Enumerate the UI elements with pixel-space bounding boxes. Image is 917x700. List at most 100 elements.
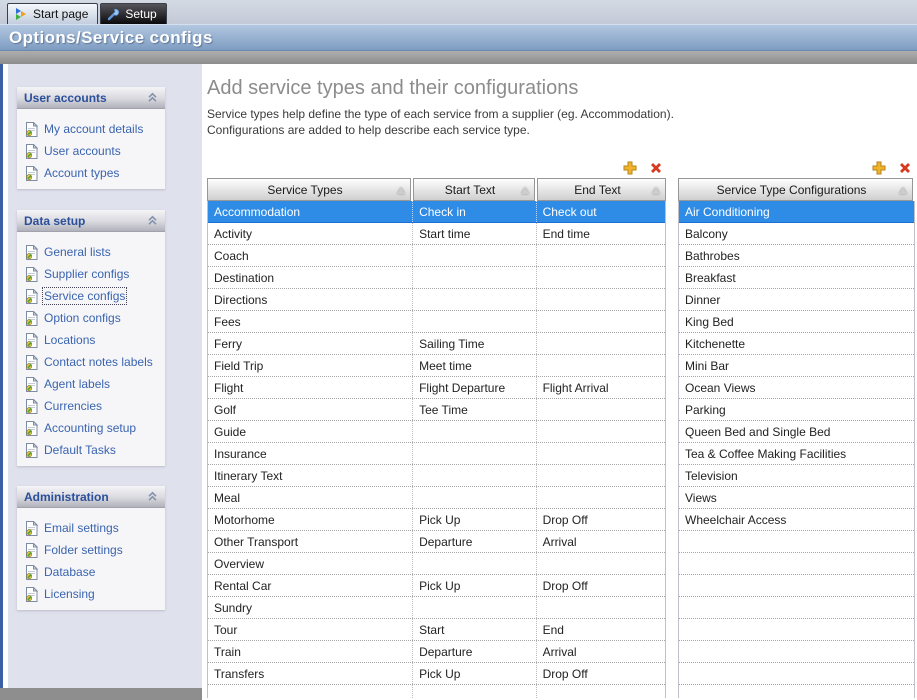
column-header-label: Start Text [445, 183, 503, 197]
configurations-toolbar [678, 158, 915, 178]
delete-configuration-button[interactable] [897, 161, 912, 176]
table-row[interactable]: Mini Bar [679, 355, 914, 377]
sidebar-item-label: My account details [44, 122, 143, 136]
sidebar-item-user-accounts[interactable]: User accounts [17, 140, 165, 162]
table-row[interactable]: Television [679, 465, 914, 487]
document-icon [25, 245, 38, 260]
table-row[interactable]: TrainDepartureArrival [208, 641, 665, 663]
table-row-empty[interactable] [679, 619, 914, 641]
sidebar-item-option-configs[interactable]: Option configs [17, 307, 165, 329]
tab-setup[interactable]: Setup [100, 3, 166, 24]
sidebar-item-agent-labels[interactable]: Agent labels [17, 373, 165, 395]
table-row[interactable]: Insurance [208, 443, 665, 465]
table-cell: Flight Departure [413, 377, 536, 398]
table-row[interactable]: Guide [208, 421, 665, 443]
sidebar-item-supplier-configs[interactable]: Supplier configs [17, 263, 165, 285]
table-row[interactable]: Parking [679, 399, 914, 421]
section-items: General lists Supplier configs Service c… [17, 232, 165, 466]
table-row-empty[interactable] [679, 531, 914, 553]
table-row[interactable]: Overview [208, 553, 665, 575]
section-header-user-accounts[interactable]: User accounts [17, 87, 165, 109]
sidebar-item-email-settings[interactable]: Email settings [17, 517, 165, 539]
table-row[interactable]: Meal [208, 487, 665, 509]
add-configuration-button[interactable] [871, 161, 886, 176]
column-header-service-type-configurations[interactable]: Service Type Configurations [678, 178, 913, 201]
table-row[interactable]: Fees [208, 311, 665, 333]
table-row[interactable]: GolfTee Time [208, 399, 665, 421]
column-header-start-text[interactable]: Start Text [413, 178, 535, 201]
sidebar-item-contact-notes-labels[interactable]: Contact notes labels [17, 351, 165, 373]
column-header-service-types[interactable]: Service Types [207, 178, 411, 201]
table-row[interactable]: Kitchenette [679, 333, 914, 355]
table-row[interactable]: TourStartEnd [208, 619, 665, 641]
table-cell: Fees [208, 311, 413, 332]
sidebar-item-general-lists[interactable]: General lists [17, 241, 165, 263]
sidebar-item-locations[interactable]: Locations [17, 329, 165, 351]
section-header-data-setup[interactable]: Data setup [17, 210, 165, 232]
table-cell [537, 267, 665, 288]
table-row[interactable]: Rental CarPick UpDrop Off [208, 575, 665, 597]
table-row[interactable]: Directions [208, 289, 665, 311]
table-cell: Guide [208, 421, 413, 442]
sidebar-item-default-tasks[interactable]: Default Tasks [17, 439, 165, 461]
chevron-double-up-icon[interactable] [147, 92, 158, 103]
table-row-empty[interactable] [679, 597, 914, 619]
table-row[interactable]: Breakfast [679, 267, 914, 289]
table-row[interactable]: Itinerary Text [208, 465, 665, 487]
table-row[interactable]: King Bed [679, 311, 914, 333]
table-cell: Views [679, 487, 914, 508]
delete-x-icon [649, 161, 663, 175]
table-row-empty[interactable] [679, 575, 914, 597]
table-row-empty[interactable] [679, 553, 914, 575]
table-row[interactable]: FerrySailing Time [208, 333, 665, 355]
table-row[interactable]: Sundry [208, 597, 665, 619]
table-row[interactable]: AccommodationCheck inCheck out [208, 201, 665, 223]
table-row[interactable]: Tea & Coffee Making Facilities [679, 443, 914, 465]
section-header-administration[interactable]: Administration [17, 486, 165, 508]
table-row[interactable]: ActivityStart timeEnd time [208, 223, 665, 245]
table-cell: Coach [208, 245, 413, 266]
table-row[interactable]: Bathrobes [679, 245, 914, 267]
sidebar-item-licensing[interactable]: Licensing [17, 583, 165, 605]
delete-service-type-button[interactable] [648, 161, 663, 176]
table-cell: End time [537, 223, 665, 244]
sidebar-item-folder-settings[interactable]: Folder settings [17, 539, 165, 561]
table-row[interactable]: Air Conditioning [679, 201, 914, 223]
sidebar-item-my-account-details[interactable]: My account details [17, 118, 165, 140]
table-row[interactable]: TransfersPick UpDrop Off [208, 663, 665, 685]
sidebar-item-label: Agent labels [44, 377, 110, 391]
table-row[interactable]: Field TripMeet time [208, 355, 665, 377]
table-row-empty[interactable] [679, 685, 914, 698]
table-row[interactable]: Coach [208, 245, 665, 267]
table-row[interactable]: Balcony [679, 223, 914, 245]
table-row[interactable]: Dinner [679, 289, 914, 311]
chevron-double-up-icon[interactable] [147, 491, 158, 502]
table-row[interactable]: Destination [208, 267, 665, 289]
plus-icon [872, 161, 886, 175]
add-service-type-button[interactable] [622, 161, 637, 176]
chevron-double-up-icon[interactable] [147, 215, 158, 226]
table-row[interactable]: Wheelchair Access [679, 509, 914, 531]
sidebar-item-service-configs[interactable]: Service configs [17, 285, 165, 307]
tab-start-page[interactable]: Start page [7, 3, 98, 24]
column-header-end-text[interactable]: End Text [537, 178, 666, 201]
table-row-empty[interactable] [208, 685, 665, 698]
table-row[interactable]: MotorhomePick UpDrop Off [208, 509, 665, 531]
table-cell: Activity [208, 223, 413, 244]
sidebar-item-label: General lists [44, 245, 111, 259]
table-row-empty[interactable] [679, 663, 914, 685]
table-row[interactable]: FlightFlight DepartureFlight Arrival [208, 377, 665, 399]
table-cell: Meet time [413, 355, 536, 376]
sidebar-item-account-types[interactable]: Account types [17, 162, 165, 184]
table-row[interactable]: Other TransportDepartureArrival [208, 531, 665, 553]
description-line: Configurations are added to help describ… [207, 122, 674, 138]
sidebar-item-currencies[interactable]: Currencies [17, 395, 165, 417]
table-row[interactable]: Queen Bed and Single Bed [679, 421, 914, 443]
table-row[interactable]: Views [679, 487, 914, 509]
sidebar-item-database[interactable]: Database [17, 561, 165, 583]
table-row-empty[interactable] [679, 641, 914, 663]
table-cell: Pick Up [413, 663, 536, 684]
table-cell: Television [679, 465, 914, 486]
sidebar-item-accounting-setup[interactable]: Accounting setup [17, 417, 165, 439]
table-row[interactable]: Ocean Views [679, 377, 914, 399]
